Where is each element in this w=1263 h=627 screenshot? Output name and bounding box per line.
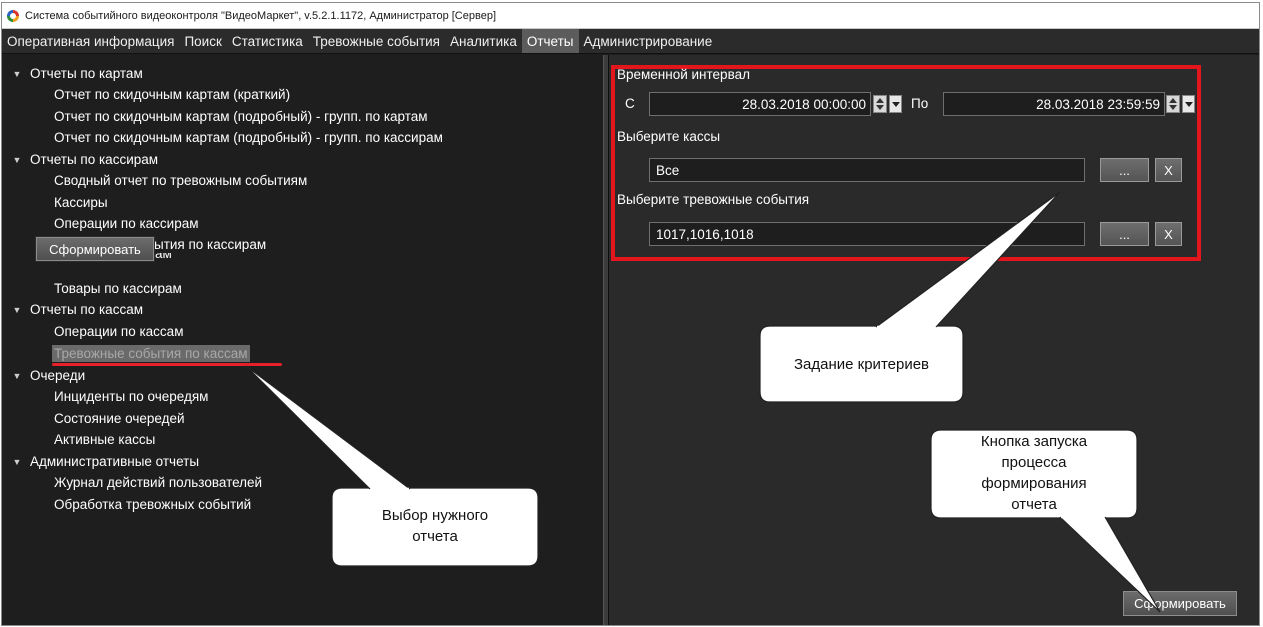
callout-line: отчета [412, 528, 458, 545]
callout-line: Выбор нужного [381, 507, 489, 524]
menu-analytics[interactable]: Аналитика [445, 29, 522, 53]
tree-group-label: Отчеты по картам [30, 66, 143, 81]
tree-item-label: ытия по кассирам [154, 237, 267, 252]
from-dropdown-icon[interactable] [889, 95, 902, 113]
tree-item-label: Журнал действий пользователей [54, 475, 263, 490]
tree-group-cashiers[interactable]: ▼ Отчеты по кассирам [10, 149, 159, 170]
expand-arrow-icon[interactable]: ▼ [10, 457, 24, 467]
callout-launch-text: Кнопка запуска процесса формирования отч… [931, 431, 1137, 515]
tree-group-label: Очереди [30, 368, 86, 383]
from-spin-icon[interactable] [873, 95, 887, 113]
expand-arrow-icon[interactable]: ▼ [10, 305, 24, 315]
callout-line: Задание критериев [793, 356, 930, 373]
tree-item-label: Отчет по скидочным картам (краткий) [54, 87, 291, 102]
tree-item[interactable]: Кассиры [54, 192, 108, 213]
to-spin-icon[interactable] [1166, 95, 1180, 113]
generate-report-button-floating[interactable]: Сформировать [36, 237, 154, 261]
tree-item-label: Состояние очередей [54, 411, 185, 426]
events-clear-button[interactable]: X [1155, 222, 1182, 246]
tree-item-selected[interactable]: Тревожные события по кассам [52, 343, 250, 364]
tree-item-label: Кассиры [54, 195, 108, 210]
tree-item[interactable]: Отчет по скидочным картам (подробный) - … [54, 106, 428, 127]
menu-operative-info[interactable]: Оперативная информация [2, 29, 179, 53]
registers-clear-button[interactable]: X [1155, 158, 1182, 182]
main-menu: Оперативная информация Поиск Статистика … [2, 29, 1259, 54]
app-window: Система событийного видеоконтроля "Видео… [1, 2, 1260, 626]
callout-line: формирования [981, 475, 1087, 492]
tree-item-label: Товары по кассирам [54, 281, 182, 296]
callout-line: отчета [1011, 496, 1057, 513]
tree-group-queues[interactable]: ▼ Очереди [10, 365, 86, 386]
expand-arrow-icon[interactable]: ▼ [10, 69, 24, 79]
tree-item-label: Операции по кассирам [54, 216, 199, 231]
callout-select-report-text: Выбор нужного отчета [332, 505, 538, 547]
tree-item-partial[interactable]: ытия по кассирам [154, 234, 266, 255]
to-dropdown-icon[interactable] [1182, 95, 1195, 113]
tree-item[interactable]: Операции по кассам [54, 321, 183, 342]
tree-item[interactable]: Отчет по скидочным картам (краткий) [54, 84, 290, 105]
generate-report-button[interactable]: Сформировать [1123, 591, 1237, 616]
tree-item-label: Активные кассы [54, 432, 156, 447]
selection-underline [52, 363, 282, 366]
events-label: Выберите тревожные события [617, 192, 810, 207]
tree-item[interactable]: Товары по кассирам [54, 278, 182, 299]
callout-line: процесса [1001, 454, 1067, 471]
tree-group-label: Отчеты по кассирам [30, 152, 159, 167]
tree-group-admin[interactable]: ▼ Административные отчеты [10, 451, 200, 472]
tree-item-label: Отчет по скидочным картам (подробный) - … [54, 130, 443, 145]
tree-item-label: Сводный отчет по тревожным событиям [54, 173, 308, 188]
tree-item[interactable]: Состояние очередей [54, 408, 185, 429]
from-label: С [625, 96, 635, 111]
tree-item-label: Обработка тревожных событий [54, 497, 252, 512]
tree-item[interactable]: Журнал действий пользователей [54, 472, 262, 493]
expand-arrow-icon[interactable]: ▼ [10, 155, 24, 165]
tree-item[interactable]: Обработка тревожных событий [54, 494, 251, 515]
tree-item[interactable]: Отчет по скидочным картам (подробный) - … [54, 127, 443, 148]
callout-criteria-text: Задание критериев [760, 354, 963, 375]
tree-item-label: Тревожные события по кассам [52, 345, 250, 362]
tree-group-cards[interactable]: ▼ Отчеты по картам [10, 63, 143, 84]
app-logo-icon [6, 9, 20, 23]
registers-field[interactable]: Все [649, 158, 1085, 182]
tree-item[interactable]: Активные кассы [54, 429, 155, 450]
tree-group-label: Отчеты по кассам [30, 302, 143, 317]
tree-item[interactable]: Сводный отчет по тревожным событиям [54, 170, 307, 191]
menu-reports[interactable]: Отчеты [521, 29, 579, 53]
tree-group-registers[interactable]: ▼ Отчеты по кассам [10, 299, 143, 320]
window-title: Система событийного видеоконтроля "Видео… [25, 9, 497, 22]
tree-item-label: Инциденты по очередям [54, 389, 209, 404]
tree-item-label: Отчет по скидочным картам (подробный) - … [54, 109, 428, 124]
interval-label: Временной интервал [617, 67, 750, 82]
menu-administration[interactable]: Администрирование [579, 29, 718, 53]
to-datetime-field[interactable]: 28.03.2018 23:59:59 [943, 92, 1165, 116]
expand-arrow-icon[interactable]: ▼ [10, 371, 24, 381]
from-datetime-field[interactable]: 28.03.2018 00:00:00 [649, 92, 871, 116]
registers-label: Выберите кассы [617, 129, 721, 144]
tree-item[interactable]: Инциденты по очередям [54, 386, 208, 407]
title-bar: Система событийного видеоконтроля "Видео… [2, 3, 1259, 29]
callout-line: Кнопка запуска [980, 433, 1088, 450]
events-field[interactable]: 1017,1016,1018 [649, 222, 1085, 246]
menu-search[interactable]: Поиск [179, 29, 226, 53]
tree-item-label: Операции по кассам [54, 324, 184, 339]
to-label: По [911, 96, 929, 111]
menu-alarm-events[interactable]: Тревожные события [308, 29, 445, 53]
events-browse-button[interactable]: ... [1100, 222, 1149, 246]
tree-item[interactable]: Операции по кассирам [54, 213, 199, 234]
criteria-panel: Временной интервал С 28.03.2018 00:00:00… [609, 55, 1259, 625]
menu-statistics[interactable]: Статистика [227, 29, 308, 53]
registers-browse-button[interactable]: ... [1100, 158, 1149, 182]
tree-group-label: Административные отчеты [30, 454, 200, 469]
